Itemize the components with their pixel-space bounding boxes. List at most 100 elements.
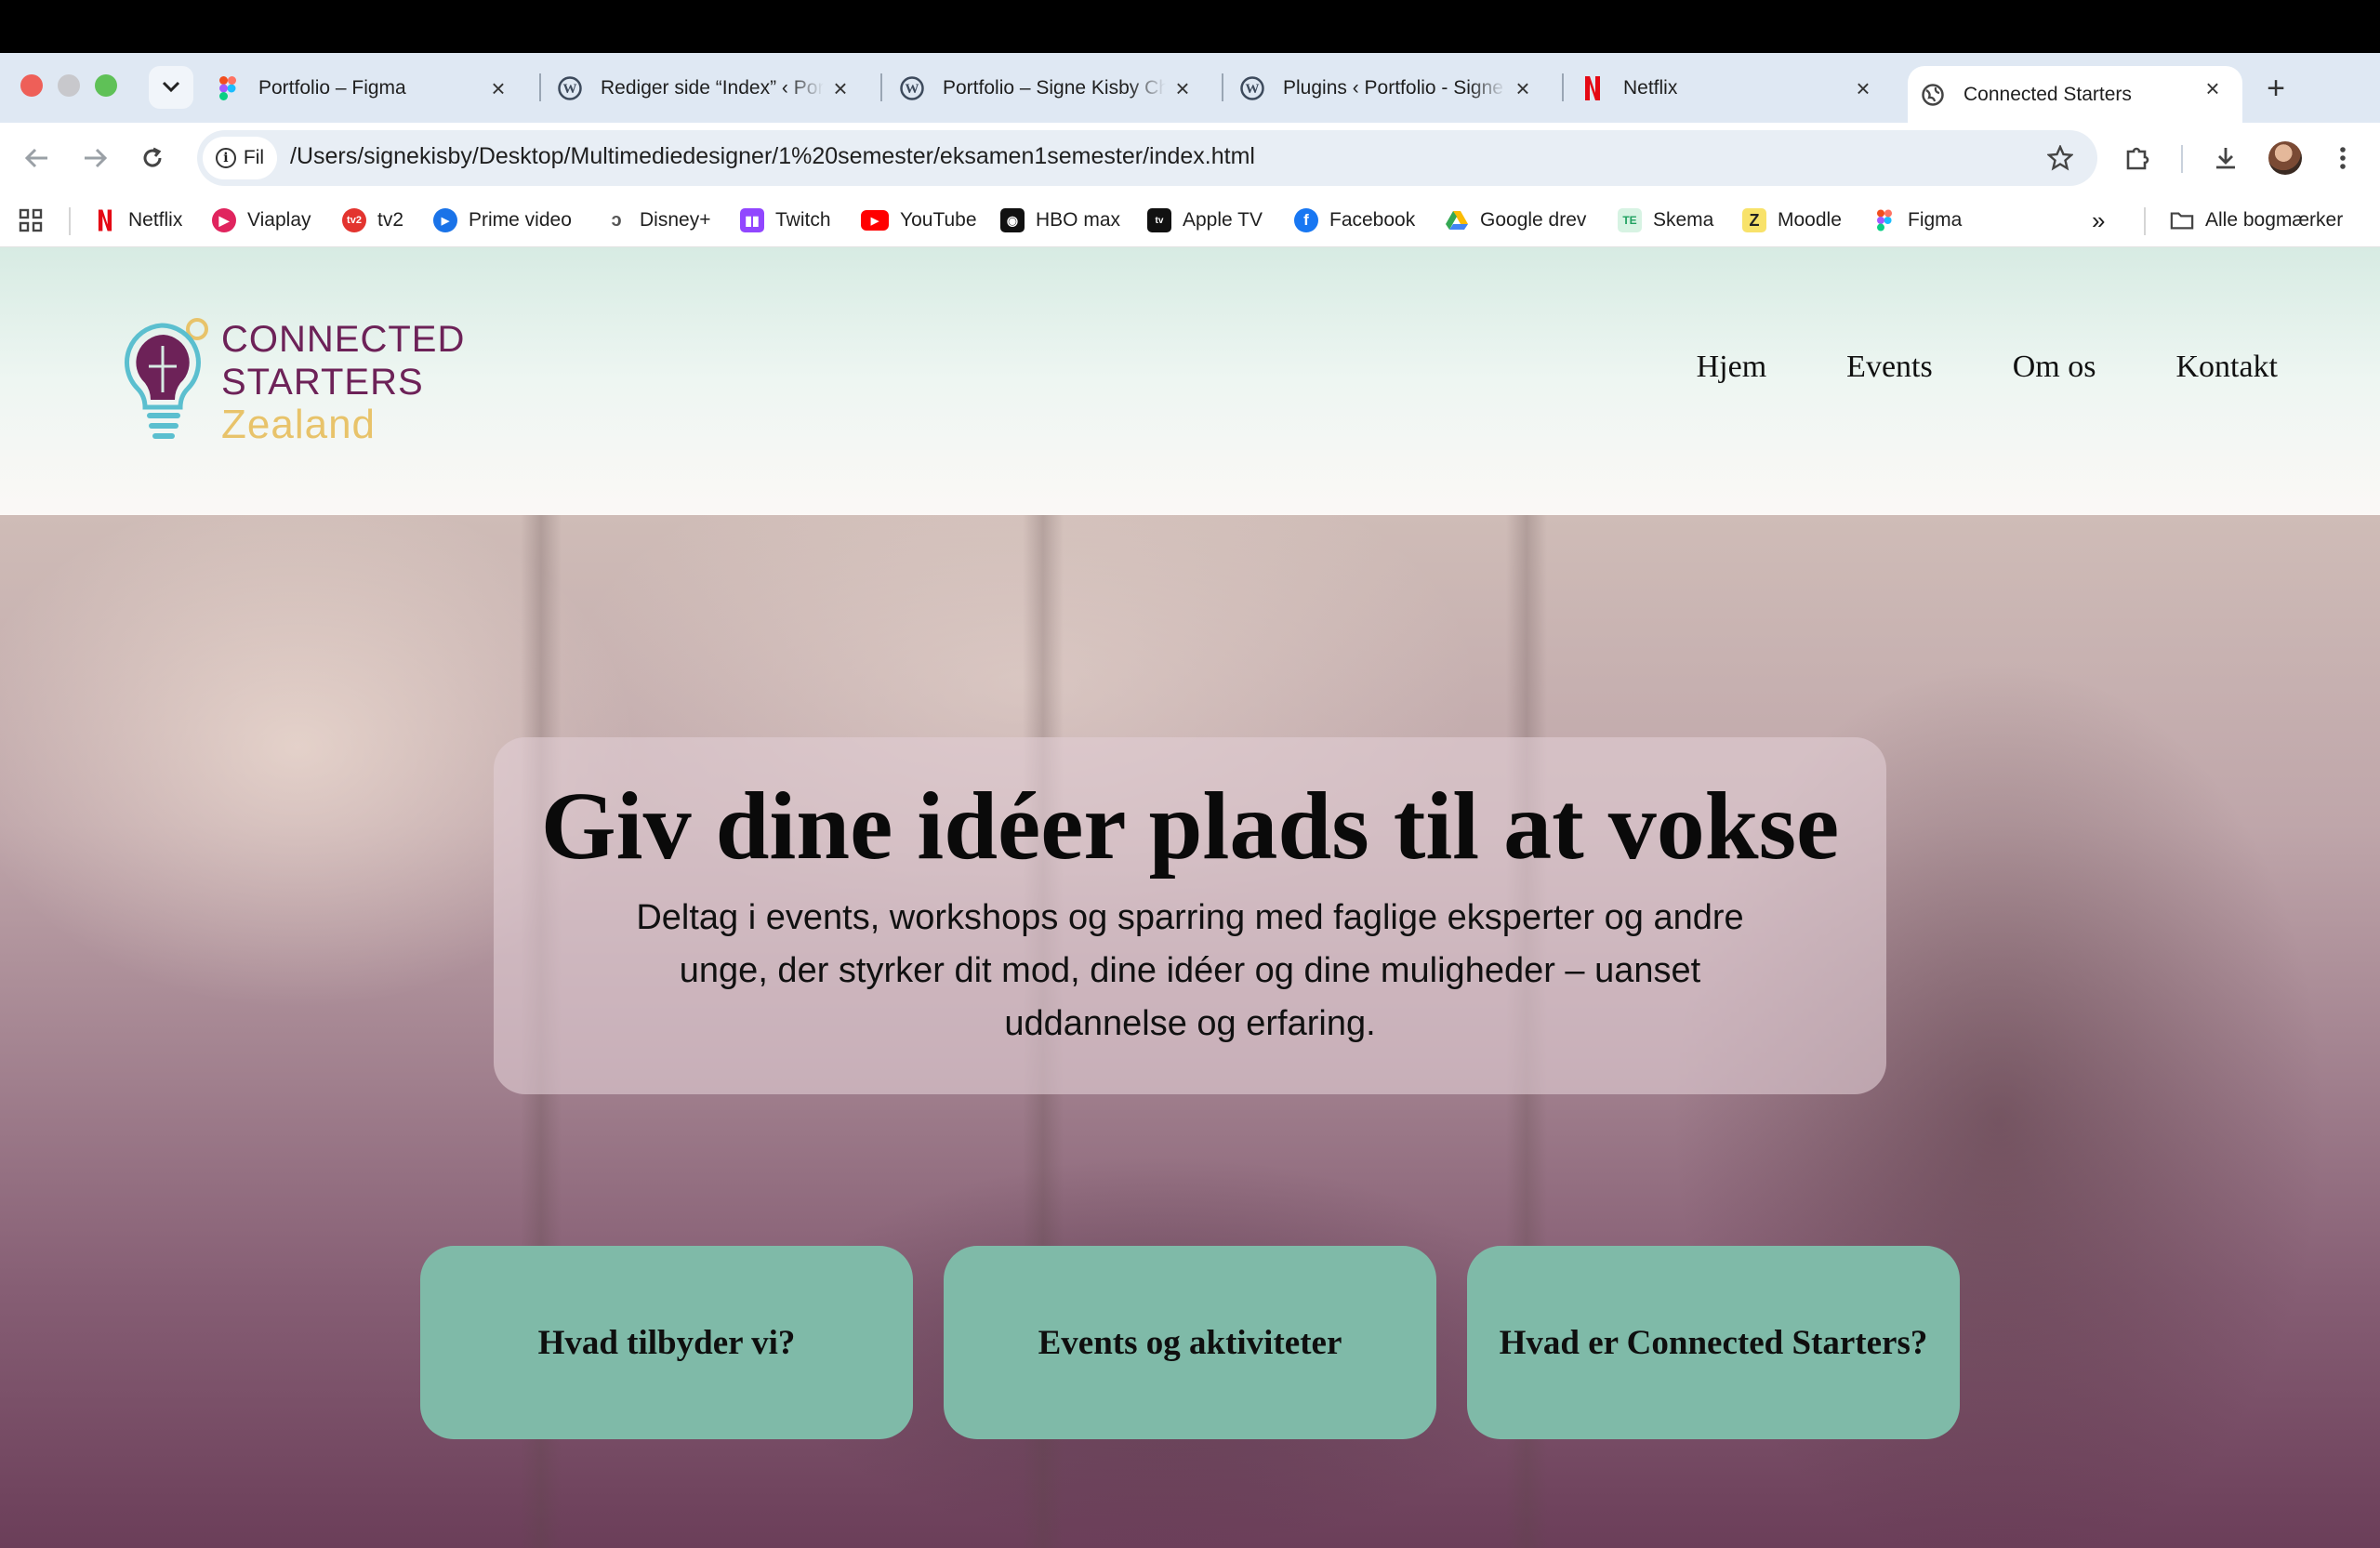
- lightbulb-logo-icon: [124, 318, 208, 439]
- tab-separator: [880, 73, 882, 101]
- puzzle-icon: [2126, 147, 2149, 170]
- close-tab-icon[interactable]: ×: [1501, 66, 1545, 111]
- bookmark-skema[interactable]: TE Skema: [1618, 204, 1713, 237]
- wordpress-icon: W: [900, 76, 924, 100]
- tab-netflix[interactable]: Netflix ×: [1580, 66, 1885, 111]
- bookmark-apple-tv[interactable]: tv Apple TV: [1147, 204, 1263, 237]
- star-icon: [2047, 145, 2073, 171]
- nav-link-om-os[interactable]: Om os: [2013, 350, 2096, 385]
- apps-grid-icon: [19, 208, 43, 232]
- tab-figma[interactable]: Portfolio – Figma ×: [216, 66, 521, 111]
- svg-text:W: W: [906, 82, 919, 97]
- button-hvad-tilbyder-vi[interactable]: Hvad tilbyder vi?: [420, 1246, 913, 1439]
- moodle-icon: Z: [1742, 208, 1766, 232]
- prime-video-icon: ▶: [433, 208, 457, 232]
- bookmark-label: YouTube: [900, 209, 977, 231]
- extensions-button[interactable]: [2116, 136, 2161, 180]
- back-button[interactable]: [15, 136, 60, 180]
- bookmark-label: Figma: [1908, 209, 1963, 231]
- close-window-button[interactable]: [20, 74, 43, 97]
- close-tab-icon[interactable]: ×: [818, 66, 863, 111]
- nav-link-events[interactable]: Events: [1846, 350, 1933, 385]
- plus-icon: +: [2267, 70, 2285, 106]
- button-hvad-er-connected-starters[interactable]: Hvad er Connected Starters?: [1467, 1246, 1960, 1439]
- tab-title: Portfolio – Signe Kisby Christensen: [943, 77, 1166, 99]
- forward-button[interactable]: [73, 136, 117, 180]
- netflix-icon: [93, 208, 117, 232]
- bookmark-figma[interactable]: Figma: [1872, 204, 1962, 237]
- hero-text: Deltag i events, workshops og sparring m…: [636, 898, 1744, 1043]
- bookmark-label: Prime video: [469, 209, 572, 231]
- menu-button[interactable]: [2320, 136, 2365, 180]
- svg-text:W: W: [1246, 82, 1260, 97]
- globe-icon: [1921, 83, 1945, 107]
- bookmark-twitch[interactable]: ▮▮ Twitch: [740, 204, 831, 237]
- bookmark-label: HBO max: [1036, 209, 1121, 231]
- bookmark-moodle[interactable]: Z Moodle: [1742, 204, 1842, 237]
- bookmark-label: Disney+: [640, 209, 711, 231]
- bookmark-label: Netflix: [128, 209, 183, 231]
- facebook-icon: f: [1294, 208, 1318, 232]
- tab-wordpress-edit[interactable]: W Rediger side “Index” ‹ Portfolio ×: [558, 66, 863, 111]
- bookmark-label: Viaplay: [247, 209, 311, 231]
- new-tab-button[interactable]: +: [2254, 66, 2298, 111]
- site-chip-label: Fil: [243, 147, 265, 168]
- bookmarks-separator: [2144, 207, 2146, 235]
- downloads-button[interactable]: [2203, 136, 2248, 180]
- apple-tv-icon: tv: [1147, 208, 1171, 232]
- close-tab-icon[interactable]: ×: [1160, 66, 1205, 111]
- close-tab-icon[interactable]: ×: [2190, 66, 2235, 111]
- double-chevron-right-icon: »: [2092, 205, 2106, 234]
- bookmark-netflix[interactable]: Netflix: [93, 204, 182, 237]
- bookmark-google-drive[interactable]: Google drev: [1445, 204, 1586, 237]
- bookmark-viaplay[interactable]: ▶ Viaplay: [212, 204, 311, 237]
- logo-text: CONNECTED STARTERS Zealand: [221, 318, 465, 446]
- viaplay-icon: ▶: [212, 208, 236, 232]
- all-bookmarks-button[interactable]: Alle bogmærker: [2170, 204, 2343, 237]
- download-icon: [2216, 148, 2235, 169]
- tab-search-button[interactable]: [149, 66, 193, 109]
- bookmark-disney[interactable]: ↄ Disney+: [604, 204, 710, 237]
- nav-link-kontakt[interactable]: Kontakt: [2175, 350, 2278, 385]
- site-nav: Hjem Events Om os Kontakt: [1697, 350, 2278, 385]
- maximize-window-button[interactable]: [95, 74, 117, 97]
- nav-link-hjem[interactable]: Hjem: [1697, 350, 1767, 385]
- close-tab-icon[interactable]: ×: [1841, 66, 1885, 111]
- site-logo[interactable]: CONNECTED STARTERS Zealand: [121, 318, 465, 446]
- button-events-og-aktiviteter[interactable]: Events og aktiviteter: [944, 1246, 1436, 1439]
- minimize-window-button[interactable]: [58, 74, 80, 97]
- site-info-chip[interactable]: i Fil: [203, 137, 277, 179]
- wordpress-icon: W: [1240, 76, 1264, 100]
- chevron-down-icon: [162, 81, 180, 93]
- bookmark-youtube[interactable]: ▶ YouTube: [861, 204, 977, 237]
- more-bookmarks-button[interactable]: »: [2092, 204, 2105, 237]
- tab-connected-starters[interactable]: Connected Starters ×: [1908, 66, 2242, 123]
- reload-icon: [143, 147, 162, 167]
- url-text[interactable]: /Users/signekisby/Desktop/Multimediedesi…: [290, 143, 1255, 170]
- google-drive-icon: [1445, 208, 1469, 232]
- bookmark-star-button[interactable]: [2038, 136, 2082, 180]
- bookmark-facebook[interactable]: f Facebook: [1294, 204, 1415, 237]
- youtube-icon: ▶: [861, 210, 889, 231]
- twitch-icon: ▮▮: [740, 208, 764, 232]
- bookmark-label: tv2: [377, 209, 404, 231]
- tab-title: Rediger side “Index” ‹ Portfolio: [601, 77, 824, 99]
- bookmark-prime-video[interactable]: ▶ Prime video: [433, 204, 572, 237]
- bookmark-hbo-max[interactable]: ◉ HBO max: [1000, 204, 1120, 237]
- bookmark-tv2[interactable]: tv2 tv2: [342, 204, 403, 237]
- close-tab-icon[interactable]: ×: [476, 66, 521, 111]
- reload-button[interactable]: [130, 136, 175, 180]
- apps-button[interactable]: [19, 204, 43, 237]
- bookmark-label: Skema: [1653, 209, 1714, 231]
- bookmark-label: Twitch: [775, 209, 831, 231]
- tab-title: Portfolio – Figma: [258, 77, 482, 99]
- tab-portfolio[interactable]: W Portfolio – Signe Kisby Christensen ×: [900, 66, 1205, 111]
- all-bookmarks-label: Alle bogmærker: [2205, 209, 2344, 231]
- tab-plugins[interactable]: W Plugins ‹ Portfolio - Signe ×: [1240, 66, 1545, 111]
- bookmark-label: Google drev: [1480, 209, 1587, 231]
- hero-title: Giv dine idéer plads til at vokse: [540, 773, 1840, 880]
- logo-line-2: STARTERS: [221, 362, 424, 403]
- profile-avatar[interactable]: [2268, 141, 2302, 175]
- netflix-icon: [1580, 76, 1605, 100]
- info-icon: i: [215, 148, 236, 168]
